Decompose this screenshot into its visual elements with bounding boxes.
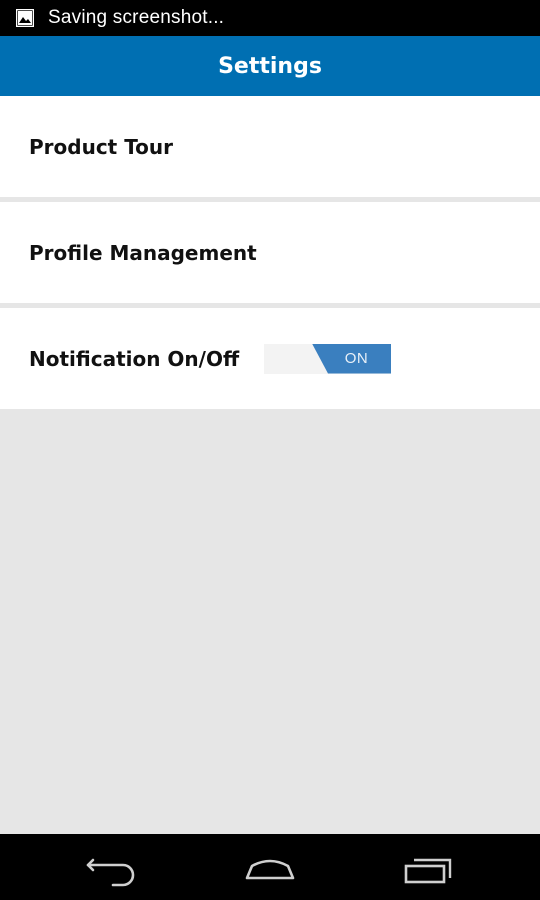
- image-icon: [15, 8, 35, 28]
- page-title: Settings: [218, 53, 322, 79]
- settings-item-label: Notification On/Off: [29, 346, 240, 371]
- notification-toggle[interactable]: ON: [264, 343, 391, 374]
- settings-item-product-tour[interactable]: Product Tour: [0, 96, 540, 197]
- back-icon[interactable]: [83, 848, 143, 888]
- status-bar: Saving screenshot...: [0, 0, 540, 36]
- settings-list: Product Tour Profile Management Notifica…: [0, 96, 540, 409]
- home-icon[interactable]: [240, 848, 300, 888]
- status-notification-text: Saving screenshot...: [48, 7, 225, 28]
- navigation-bar: [0, 834, 540, 900]
- settings-item-label: Profile Management: [29, 240, 257, 265]
- toggle-state-label: ON: [344, 349, 369, 367]
- settings-item-label: Product Tour: [29, 134, 174, 159]
- action-bar: Settings: [0, 36, 540, 96]
- settings-item-profile-management[interactable]: Profile Management: [0, 202, 540, 303]
- recents-icon[interactable]: [400, 848, 460, 888]
- settings-item-notification: Notification On/Off ON: [0, 308, 540, 409]
